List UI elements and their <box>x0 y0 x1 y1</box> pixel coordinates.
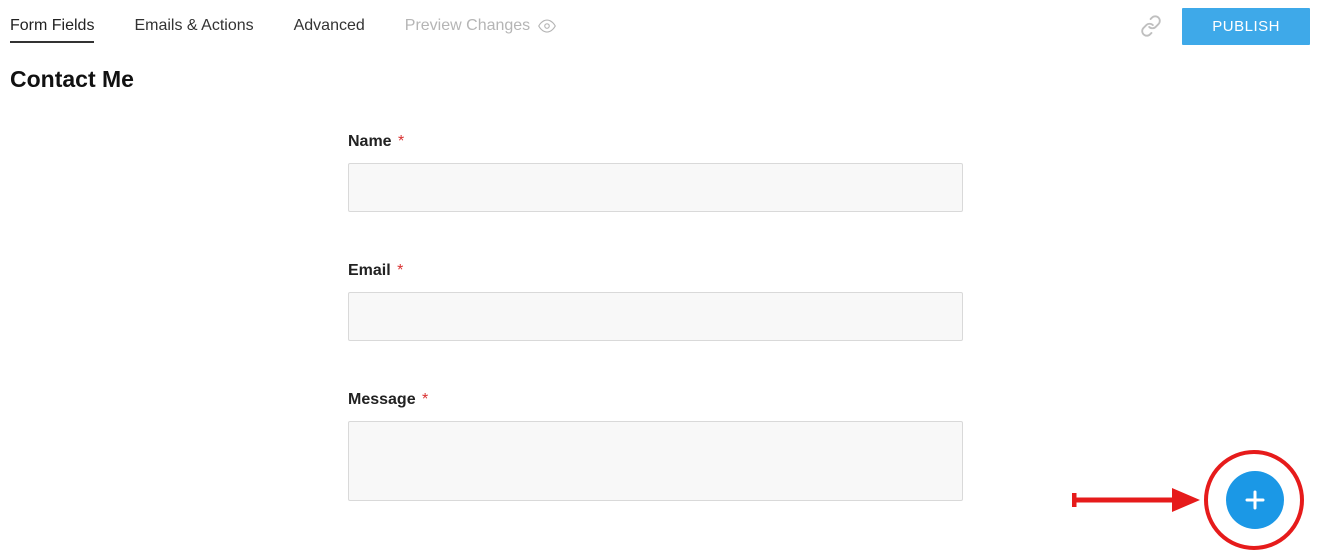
label-text: Email <box>348 262 391 279</box>
link-icon[interactable] <box>1140 15 1162 37</box>
field-message: Message * <box>348 391 963 506</box>
field-label-name: Name * <box>348 133 963 151</box>
form-area: Name * Email * Message * <box>348 133 963 506</box>
name-input[interactable] <box>348 163 963 212</box>
fab-area <box>1226 471 1302 529</box>
tab-label: Form Fields <box>10 17 94 34</box>
page-title: Contact Me <box>0 52 1320 93</box>
tab-form-fields[interactable]: Form Fields <box>10 3 94 49</box>
field-label-email: Email * <box>348 262 963 280</box>
required-star: * <box>398 133 404 150</box>
message-input[interactable] <box>348 421 963 501</box>
add-field-button[interactable] <box>1226 471 1284 529</box>
tabs: Form Fields Emails & Actions Advanced Pr… <box>10 3 556 49</box>
label-text: Name <box>348 133 392 150</box>
publish-button[interactable]: PUBLISH <box>1182 8 1310 45</box>
top-right-controls: PUBLISH <box>1140 8 1310 45</box>
field-name: Name * <box>348 133 963 212</box>
tab-label: Emails & Actions <box>134 17 253 34</box>
top-bar: Form Fields Emails & Actions Advanced Pr… <box>0 0 1320 52</box>
email-input[interactable] <box>348 292 963 341</box>
tab-advanced[interactable]: Advanced <box>294 3 365 49</box>
label-text: Message <box>348 391 416 408</box>
tab-emails-actions[interactable]: Emails & Actions <box>134 3 253 49</box>
publish-label: PUBLISH <box>1212 18 1280 35</box>
annotation-arrow-icon <box>1072 485 1202 515</box>
field-label-message: Message * <box>348 391 963 409</box>
required-star: * <box>422 391 428 408</box>
tab-label: Preview Changes <box>405 17 530 35</box>
field-email: Email * <box>348 262 963 341</box>
required-star: * <box>397 262 403 279</box>
tab-label: Advanced <box>294 17 365 34</box>
eye-icon <box>538 19 556 33</box>
tab-preview-changes[interactable]: Preview Changes <box>405 3 556 49</box>
